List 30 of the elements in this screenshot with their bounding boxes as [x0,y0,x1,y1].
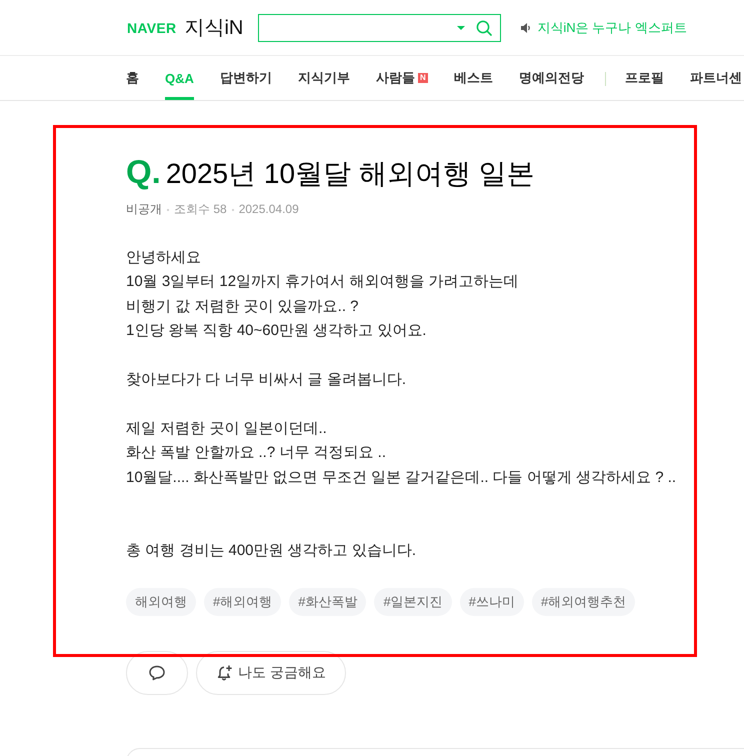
service-logo[interactable]: 지식iN [184,14,244,41]
tag-link[interactable]: 해외여행 [126,588,196,616]
question-title: 2025년 10월달 해외여행 일본 [166,157,535,191]
tag-link[interactable]: #해외여행 [204,588,282,616]
new-badge: N [418,73,428,83]
post-date: 2025.04.09 [238,202,299,216]
view-count: 조회수 58 [174,200,227,218]
nav-tab[interactable]: 홈 [126,56,139,100]
visibility-label: 비공개 [126,200,162,218]
nav-tab[interactable]: 사람들 N [376,56,428,100]
question-prefix: Q. [126,153,161,191]
nav-tab[interactable]: 베스트 [454,56,493,100]
nav-tab[interactable]: 프로필 [624,56,664,100]
speaker-icon [521,22,532,32]
speech-bubble-icon [148,664,166,682]
curious-button[interactable]: 나도 궁금해요 [196,651,346,696]
tag-link[interactable]: #해외여행추천 [532,588,636,616]
tag-link[interactable]: #화산폭발 [289,588,366,616]
tag-link[interactable]: #쓰나미 [460,588,524,616]
search-icon[interactable] [476,20,492,36]
search-field[interactable] [258,14,502,42]
tag-link[interactable]: #일본지진 [374,588,452,616]
caret-icon[interactable] [457,26,466,30]
comment-button[interactable] [126,651,188,696]
nav-tab[interactable]: 답변하기 [220,56,272,100]
nav-tab[interactable]: 명예의전당 [518,56,584,100]
nav-tab[interactable]: 파트너센 [690,56,742,100]
nav-tab[interactable]: 지식기부 [298,56,350,100]
bell-plus-icon [216,664,234,682]
question-body: 안녕하세요 10월 3일부터 12일까지 휴가여서 해외여행을 가려고하는데 비행기 값 저렴한 곳이 있을까요.. ? 1인당 왕복 직항 40~60만원 생각하고 있어요. 찾아보다가 다 너무 비싸서 글 올려봅니다. 제일 저렴한 곳이 일본이던데.. 화산 폭발 안할까요 ..? 너무 걱정되요 .. 10월달.... 화산폭발만 없으면 무조건 일본 갈거같은데.. 다들 어떻게 생각하세요 ? .. 총 여행 경비는 400만원 생각하고 있습니다. [126,248,678,561]
